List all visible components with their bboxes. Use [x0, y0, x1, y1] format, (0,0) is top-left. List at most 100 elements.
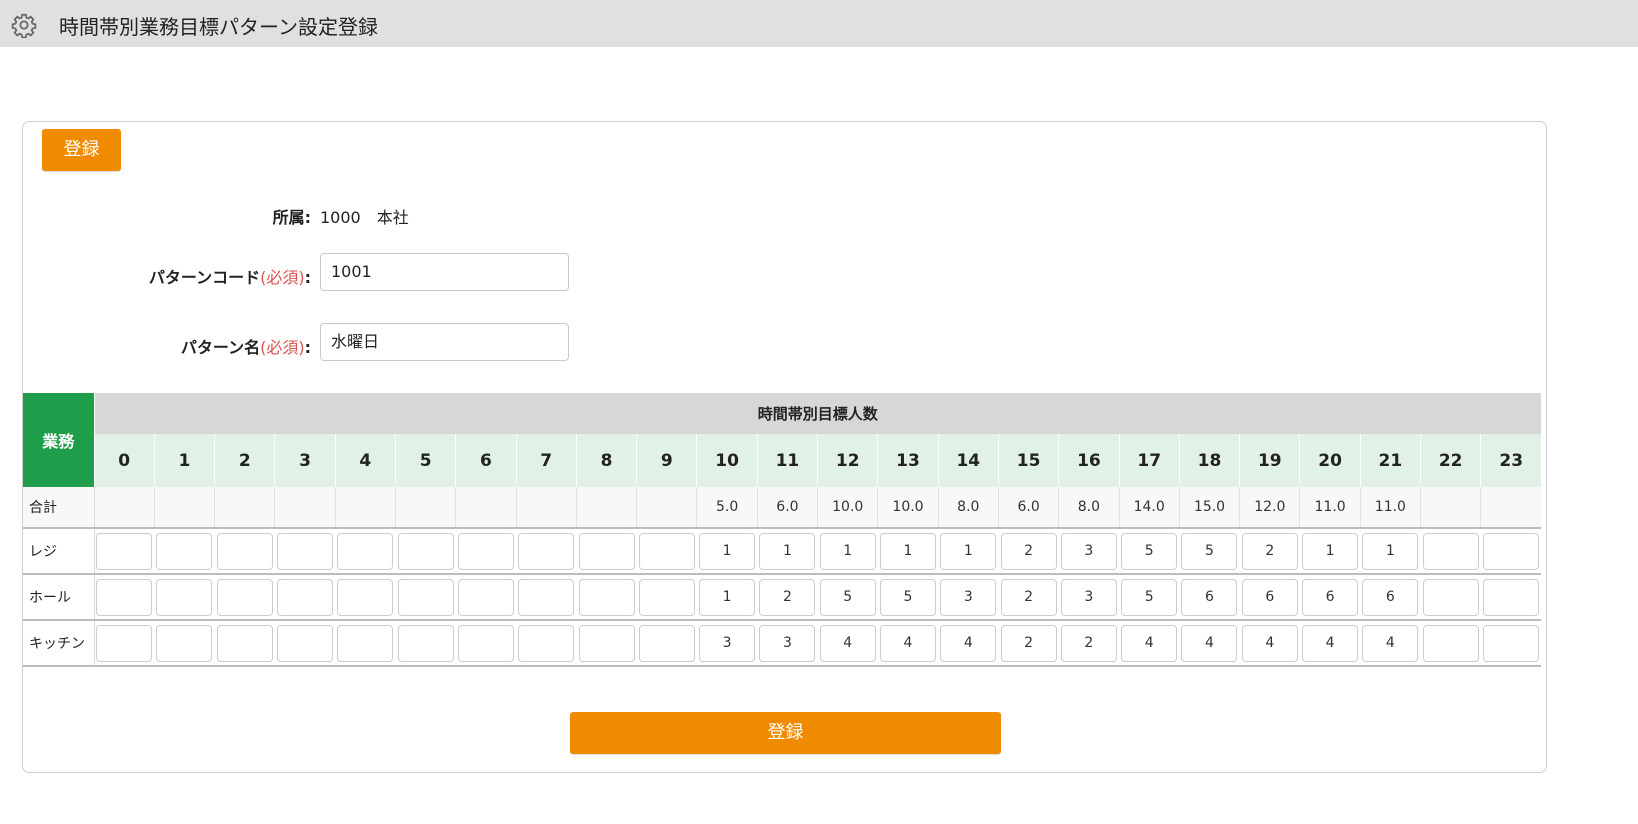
- target-count-input[interactable]: [277, 532, 334, 570]
- target-count-input[interactable]: [1482, 532, 1539, 570]
- target-count-input[interactable]: [1422, 624, 1479, 662]
- target-count-input[interactable]: [1482, 624, 1539, 662]
- hour-header: 12: [817, 434, 878, 487]
- target-count-input[interactable]: [397, 578, 454, 616]
- total-row: 合計 5.0 6.0 10.0 10.0 8.0 6.0 8.0 14.0 15.0 12.0 11…: [23, 487, 1542, 529]
- target-count-input[interactable]: [397, 532, 454, 570]
- target-count-input[interactable]: 3: [1060, 578, 1117, 616]
- target-cell: [636, 528, 697, 575]
- target-count-input[interactable]: [156, 624, 213, 662]
- target-count-input[interactable]: 4: [880, 624, 936, 662]
- row-label: キッチン: [23, 620, 95, 667]
- target-cell: 2: [998, 620, 1059, 667]
- target-count-input[interactable]: 5: [880, 578, 936, 616]
- target-count-input[interactable]: 1: [1302, 532, 1359, 570]
- target-count-input[interactable]: 1: [1362, 532, 1419, 570]
- hour-header: 5: [394, 434, 456, 487]
- target-count-input[interactable]: 1: [940, 532, 997, 570]
- target-count-input[interactable]: [156, 578, 213, 616]
- total-cell: 15.0: [1178, 487, 1240, 529]
- target-count-input[interactable]: [1422, 578, 1479, 616]
- target-count-input[interactable]: 1: [699, 578, 756, 616]
- target-count-input[interactable]: [578, 532, 635, 570]
- target-count-input[interactable]: [578, 578, 635, 616]
- business-header: 業務: [23, 393, 95, 487]
- target-count-input[interactable]: [156, 532, 213, 570]
- target-count-input[interactable]: 2: [1000, 624, 1057, 662]
- target-count-input[interactable]: [1422, 532, 1479, 570]
- target-count-input[interactable]: 2: [1060, 624, 1117, 662]
- target-count-input[interactable]: 1: [819, 532, 876, 570]
- register-button-bottom[interactable]: 登録: [570, 712, 1001, 754]
- target-cell: 3: [1058, 528, 1120, 575]
- hour-header: 8: [575, 434, 637, 487]
- total-cell: [214, 487, 275, 529]
- target-count-input[interactable]: [518, 624, 575, 662]
- target-count-input[interactable]: 1: [880, 532, 936, 570]
- target-count-input[interactable]: 6: [1362, 578, 1419, 616]
- target-count-input[interactable]: [578, 624, 635, 662]
- target-count-input[interactable]: [96, 624, 153, 662]
- target-count-input[interactable]: 4: [940, 624, 997, 662]
- target-count-input[interactable]: 1: [699, 532, 756, 570]
- target-count-input[interactable]: [337, 578, 394, 616]
- target-count-input[interactable]: [638, 624, 695, 662]
- target-count-input[interactable]: [457, 532, 514, 570]
- pattern-name-input[interactable]: 水曜日: [320, 323, 569, 361]
- target-count-input[interactable]: 4: [1181, 624, 1238, 662]
- target-count-input[interactable]: 3: [940, 578, 997, 616]
- target-count-input[interactable]: 2: [1000, 532, 1057, 570]
- target-count-input[interactable]: 5: [1121, 578, 1178, 616]
- target-count-input[interactable]: [518, 532, 575, 570]
- target-count-input[interactable]: [216, 624, 273, 662]
- target-count-input[interactable]: 6: [1302, 578, 1359, 616]
- target-count-input[interactable]: 4: [819, 624, 876, 662]
- target-count-input[interactable]: [457, 624, 514, 662]
- target-count-input[interactable]: 3: [699, 624, 756, 662]
- target-cell: [576, 574, 637, 621]
- target-count-input[interactable]: 4: [1241, 624, 1298, 662]
- total-label: 合計: [23, 487, 95, 529]
- target-count-input[interactable]: [337, 532, 394, 570]
- target-count-input[interactable]: [216, 532, 273, 570]
- table-row: キッチン 3 3 4 4 4 2 2 4 4 4 4 4: [23, 620, 1542, 667]
- target-count-input[interactable]: 3: [759, 624, 816, 662]
- target-count-input[interactable]: [96, 578, 153, 616]
- target-count-input[interactable]: 5: [819, 578, 876, 616]
- total-cell: [515, 487, 577, 529]
- target-cell: 5: [1179, 528, 1240, 575]
- target-count-input[interactable]: 4: [1302, 624, 1359, 662]
- target-count-input[interactable]: [277, 578, 334, 616]
- target-count-input[interactable]: 6: [1181, 578, 1238, 616]
- target-count-input[interactable]: [638, 532, 695, 570]
- target-count-input[interactable]: 2: [1241, 532, 1298, 570]
- target-count-input[interactable]: 6: [1241, 578, 1298, 616]
- target-count-input[interactable]: 2: [1000, 578, 1057, 616]
- target-count-input[interactable]: [1482, 578, 1539, 616]
- target-cell: 1: [696, 528, 758, 575]
- target-count-input[interactable]: 3: [1060, 532, 1117, 570]
- gear-icon[interactable]: [11, 12, 37, 38]
- target-cell: [274, 528, 336, 575]
- target-count-input[interactable]: [216, 578, 273, 616]
- target-count-input[interactable]: 4: [1362, 624, 1419, 662]
- target-count-input[interactable]: 5: [1121, 532, 1178, 570]
- target-count-input[interactable]: 1: [759, 532, 816, 570]
- target-count-input[interactable]: [638, 578, 695, 616]
- target-count-input[interactable]: [337, 624, 394, 662]
- target-count-input[interactable]: [277, 624, 334, 662]
- target-count-input[interactable]: [397, 624, 454, 662]
- total-cell: 8.0: [937, 487, 999, 529]
- target-count-input[interactable]: 2: [759, 578, 816, 616]
- target-cell: 5: [817, 574, 878, 621]
- target-cell: 2: [1058, 620, 1120, 667]
- register-button-top[interactable]: 登録: [42, 129, 121, 171]
- target-count-input[interactable]: [457, 578, 514, 616]
- target-count-input[interactable]: 4: [1121, 624, 1178, 662]
- total-cell: [274, 487, 336, 529]
- target-count-input[interactable]: [96, 532, 153, 570]
- target-count-input[interactable]: 5: [1181, 532, 1238, 570]
- target-count-input[interactable]: [518, 578, 575, 616]
- target-cell: 6: [1239, 574, 1300, 621]
- pattern-code-input[interactable]: 1001: [320, 253, 569, 291]
